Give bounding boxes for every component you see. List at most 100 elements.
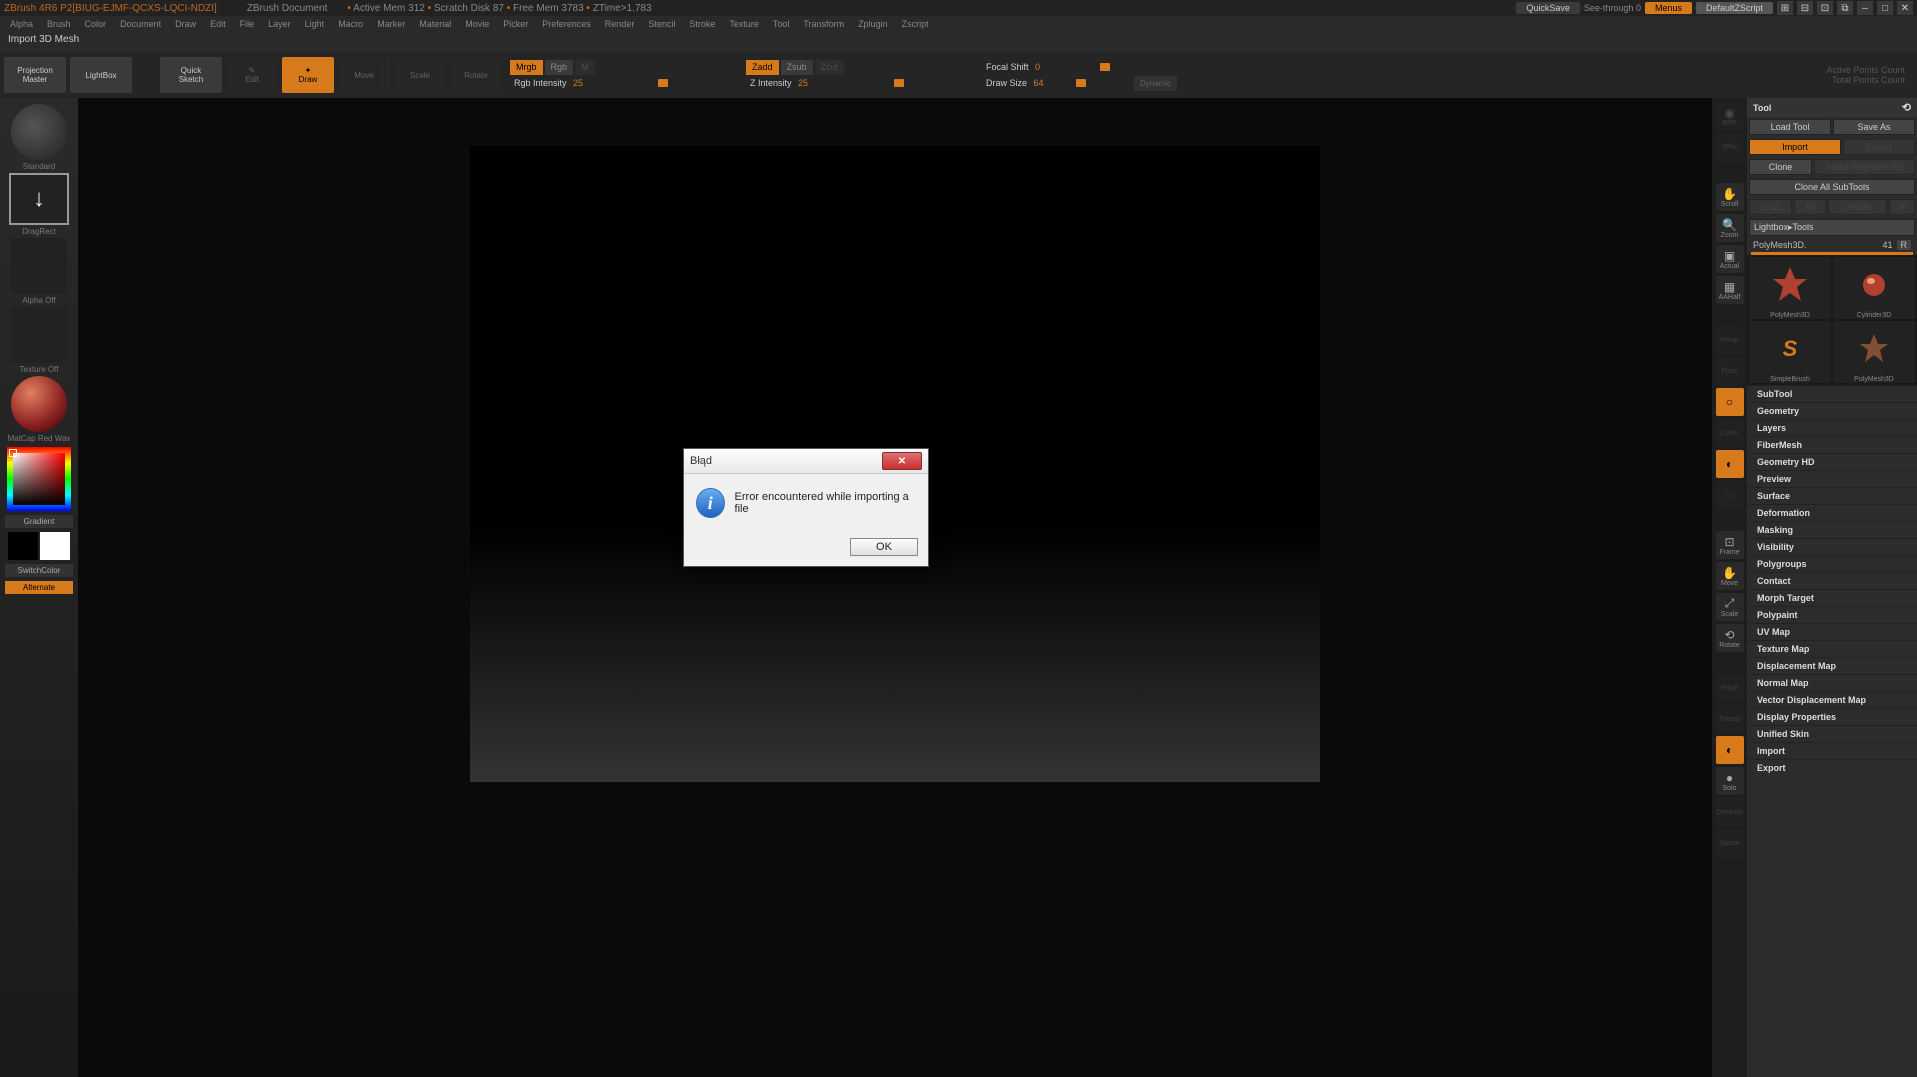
sec-export[interactable]: Export (1747, 759, 1917, 776)
menu-alpha[interactable]: Alpha (4, 19, 39, 29)
sec-masking[interactable]: Masking (1747, 521, 1917, 538)
brush-thumb[interactable] (11, 104, 67, 160)
r-button[interactable]: R (1897, 240, 1912, 250)
toolitem-polymesh3d[interactable]: PolyMesh3D (1749, 257, 1831, 319)
menu-marker[interactable]: Marker (371, 19, 411, 29)
menu-color[interactable]: Color (79, 19, 113, 29)
swatch-black[interactable] (8, 532, 38, 560)
menu-render[interactable]: Render (599, 19, 641, 29)
edit-button[interactable]: ✎Edit (226, 57, 278, 93)
shelf-rotate[interactable]: ⟲Rotate (1716, 624, 1744, 652)
make-polymesh-button[interactable]: Make PolyMesh3D (1814, 159, 1915, 175)
sec-polypaint[interactable]: Polypaint (1747, 606, 1917, 623)
icon-b[interactable]: ⊟ (1797, 1, 1813, 15)
shelf-xpose[interactable]: Xpose (1716, 829, 1744, 857)
menu-preferences[interactable]: Preferences (536, 19, 597, 29)
dynamic-button[interactable]: Dynamic (1134, 76, 1177, 91)
sec-deformation[interactable]: Deformation (1747, 504, 1917, 521)
sec-polygroups[interactable]: Polygroups (1747, 555, 1917, 572)
seethrough-slider[interactable]: See-through 0 (1584, 3, 1641, 13)
shelf-bpr[interactable]: ◉BPR (1716, 102, 1744, 130)
goz-r-button[interactable]: R (1889, 199, 1915, 215)
menu-stroke[interactable]: Stroke (683, 19, 721, 29)
menu-stencil[interactable]: Stencil (642, 19, 681, 29)
icon-d[interactable]: ⧉ (1837, 1, 1853, 15)
toolitem-cylinder3d[interactable]: Cylinder3D (1833, 257, 1915, 319)
menu-texture[interactable]: Texture (723, 19, 765, 29)
toolitem-polymesh3d-2[interactable]: PolyMesh3D (1833, 321, 1915, 383)
shelf-scroll[interactable]: ✋Scroll (1716, 183, 1744, 211)
texture-thumb[interactable] (11, 307, 67, 363)
shelf-transp[interactable]: Transp (1716, 705, 1744, 733)
goz-visible-button[interactable]: Visible (1828, 199, 1887, 215)
menu-material[interactable]: Material (413, 19, 457, 29)
zcut-button[interactable]: Zcut (815, 60, 845, 75)
shelf-lsym[interactable]: LSym (1716, 419, 1744, 447)
menu-file[interactable]: File (234, 19, 261, 29)
switchcolor-button[interactable]: SwitchColor (5, 564, 73, 577)
reset-icon[interactable]: ⟲ (1902, 101, 1911, 114)
projection-master-button[interactable]: Projection Master (4, 57, 66, 93)
sec-displacementmap[interactable]: Displacement Map (1747, 657, 1917, 674)
shelf-floor[interactable]: Floor (1716, 357, 1744, 385)
material-thumb[interactable] (11, 376, 67, 432)
rgb-button[interactable]: Rgb (545, 60, 574, 75)
sec-preview[interactable]: Preview (1747, 470, 1917, 487)
m-button[interactable]: M (575, 60, 595, 75)
menu-picker[interactable]: Picker (497, 19, 534, 29)
defaultscript-button[interactable]: DefaultZScript (1696, 2, 1773, 14)
stroke-thumb[interactable]: ↓ (9, 173, 69, 225)
menu-document[interactable]: Document (114, 19, 167, 29)
rotate-button[interactable]: Rotate (450, 57, 502, 93)
icon-a[interactable]: ⊞ (1777, 1, 1793, 15)
shelf-persp[interactable]: Persp (1716, 326, 1744, 354)
shelf-lsym2[interactable]: ◐ (1716, 450, 1744, 478)
menu-edit[interactable]: Edit (204, 19, 232, 29)
sec-vectordispmap[interactable]: Vector Displacement Map (1747, 691, 1917, 708)
menu-zscript[interactable]: Zscript (896, 19, 935, 29)
sec-geometryhd[interactable]: Geometry HD (1747, 453, 1917, 470)
shelf-dim1[interactable]: ◌ (1716, 481, 1744, 509)
sec-layers[interactable]: Layers (1747, 419, 1917, 436)
shelf-scale[interactable]: ⤢Scale (1716, 593, 1744, 621)
sec-displayprops[interactable]: Display Properties (1747, 708, 1917, 725)
shelf-zoom[interactable]: 🔍Zoom (1716, 214, 1744, 242)
scale-button[interactable]: Scale (394, 57, 446, 93)
zsub-button[interactable]: Zsub (781, 60, 813, 75)
dialog-titlebar[interactable]: Błąd ✕ (684, 449, 928, 474)
menu-tool[interactable]: Tool (767, 19, 796, 29)
load-tool-button[interactable]: Load Tool (1749, 119, 1831, 135)
focal-shift-slider[interactable] (1072, 65, 1132, 69)
sec-normalmap[interactable]: Normal Map (1747, 674, 1917, 691)
menu-brush[interactable]: Brush (41, 19, 77, 29)
sec-visibility[interactable]: Visibility (1747, 538, 1917, 555)
toolitem-simplebrush[interactable]: S SimpleBrush (1749, 321, 1831, 383)
lightbox-button[interactable]: LightBox (70, 57, 132, 93)
sec-subtool[interactable]: SubTool (1747, 385, 1917, 402)
clone-all-button[interactable]: Clone All SubTools (1749, 179, 1915, 195)
swatch-white[interactable] (40, 532, 70, 560)
shelf-ghost[interactable]: ◐ (1716, 736, 1744, 764)
sec-import[interactable]: Import (1747, 742, 1917, 759)
sec-uvmap[interactable]: UV Map (1747, 623, 1917, 640)
menu-zplugin[interactable]: Zplugin (852, 19, 894, 29)
export-button[interactable]: Export (1843, 139, 1915, 155)
shelf-polyf[interactable]: PolyF (1716, 674, 1744, 702)
draw-button[interactable]: ✦Draw (282, 57, 334, 93)
color-picker[interactable] (7, 447, 71, 511)
shelf-aahalf[interactable]: ▦AAHalf (1716, 276, 1744, 304)
shelf-local[interactable]: ○ (1716, 388, 1744, 416)
goz-button[interactable]: GoZ (1749, 199, 1792, 215)
quicksave-button[interactable]: QuickSave (1516, 2, 1580, 14)
tool-panel-header[interactable]: Tool⟲ (1747, 98, 1917, 117)
menu-light[interactable]: Light (299, 19, 331, 29)
clone-button[interactable]: Clone (1749, 159, 1812, 175)
sec-contact[interactable]: Contact (1747, 572, 1917, 589)
sec-surface[interactable]: Surface (1747, 487, 1917, 504)
shelf-actual[interactable]: ▣Actual (1716, 245, 1744, 273)
shelf-dynamic[interactable]: Dynamic (1716, 798, 1744, 826)
zadd-button[interactable]: Zadd (746, 60, 779, 75)
menu-transform[interactable]: Transform (797, 19, 850, 29)
shelf-solo[interactable]: ●Solo (1716, 767, 1744, 795)
sec-fibermesh[interactable]: FiberMesh (1747, 436, 1917, 453)
